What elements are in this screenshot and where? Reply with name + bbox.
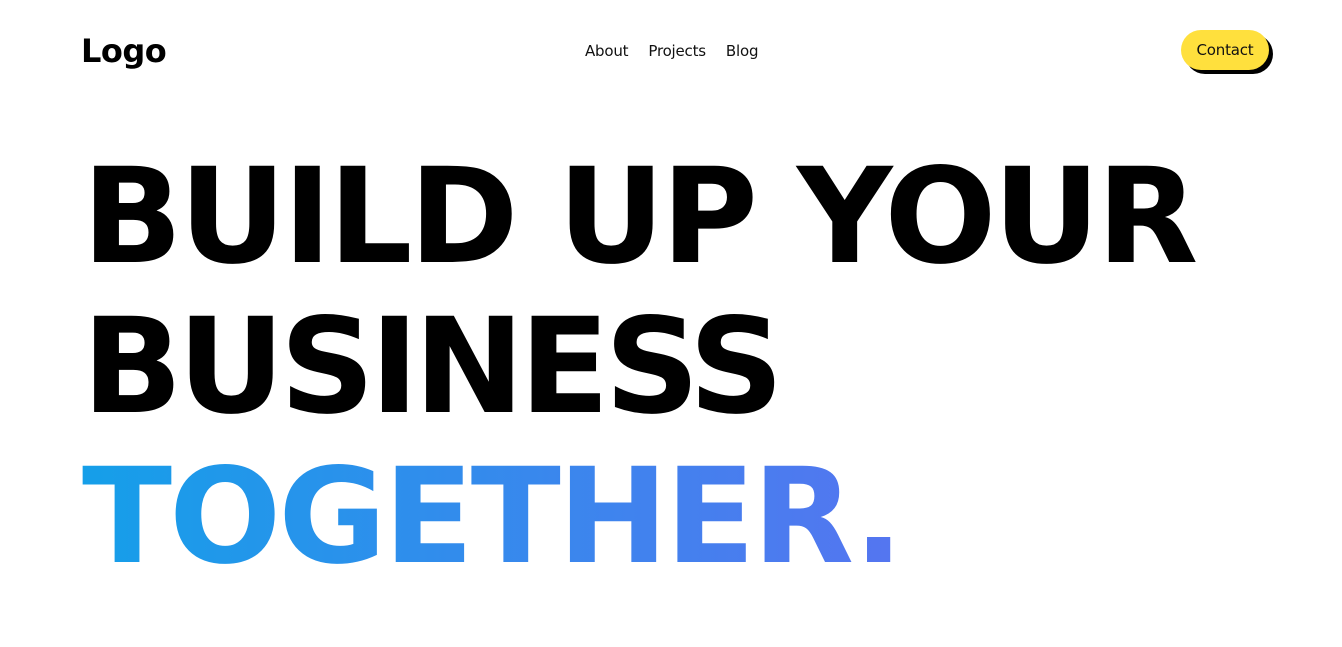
contact-button-wrapper: Contact [1181,30,1273,74]
contact-button[interactable]: Contact [1181,30,1269,70]
landing-page: Logo About Projects Blog Contact BUILD U… [0,0,1342,647]
nav-link-blog[interactable]: Blog [726,40,759,62]
hero-line-3-gradient: TOGETHER. [82,440,904,594]
top-navigation: Logo About Projects Blog Contact [0,0,1342,100]
logo-link[interactable]: Logo [81,31,167,71]
hero-line-1: BUILD UP YOUR [82,140,1198,294]
nav-link-projects[interactable]: Projects [648,40,706,62]
hero-line-2: BUSINESS [82,290,784,444]
nav-link-about[interactable]: About [585,40,629,62]
nav-links: About Projects Blog [585,40,758,62]
hero-heading: BUILD UP YOUR BUSINESS TOGETHER. [82,142,1322,592]
